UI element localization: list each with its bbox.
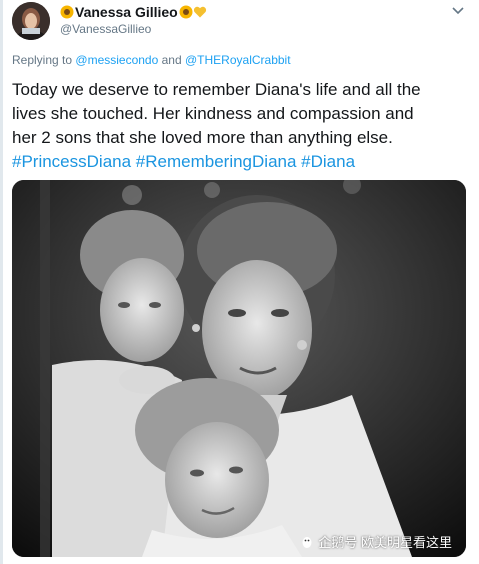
yellow-heart-emoji-icon: [193, 6, 206, 18]
tweet-text-line: lives she touched. Her kindness and comp…: [12, 104, 414, 123]
replying-prefix: Replying to: [12, 53, 73, 67]
author-handle[interactable]: @VanessaGillieo: [60, 22, 151, 36]
tweet-text-line: Today we deserve to remember Diana's lif…: [12, 80, 421, 99]
hashtag-link[interactable]: #Diana: [301, 152, 355, 171]
tweet-photo[interactable]: 企鹅号 欧美明星看这里: [12, 180, 466, 557]
hashtag-link[interactable]: #PrincessDiana: [12, 152, 131, 171]
sunflower-emoji-icon: [179, 5, 193, 19]
tweet-card: Vanessa Gillieo @VanessaGillieo Replying…: [0, 0, 479, 564]
tweet-header: Vanessa Gillieo @VanessaGillieo: [12, 2, 467, 42]
chevron-down-icon[interactable]: [451, 6, 465, 16]
replying-to: Replying to @messiecondo and @THERoyalCr…: [12, 53, 291, 67]
avatar[interactable]: [12, 2, 50, 40]
replying-conjunction: and: [161, 53, 182, 67]
display-name-row[interactable]: Vanessa Gillieo: [60, 4, 207, 20]
hashtag-link[interactable]: #RememberingDiana: [136, 152, 297, 171]
tweet-text-line: her 2 sons that she loved more than anyt…: [12, 128, 393, 147]
watermark-text: 企鹅号 欧美明星看这里: [318, 535, 452, 550]
mention-link[interactable]: @messiecondo: [75, 53, 158, 67]
tweet-text: Today we deserve to remember Diana's lif…: [12, 78, 467, 174]
penguin-logo-icon: [302, 536, 312, 548]
timeline-border: [0, 0, 3, 564]
hashtag-line: #PrincessDiana #RememberingDiana #Diana: [12, 150, 467, 174]
photo-illustration: [12, 180, 466, 557]
display-name[interactable]: Vanessa Gillieo: [75, 4, 178, 20]
watermark: 企鹅号 欧美明星看这里: [300, 532, 452, 551]
mention-link[interactable]: @THERoyalCrabbit: [185, 53, 291, 67]
sunflower-emoji-icon: [60, 5, 74, 19]
